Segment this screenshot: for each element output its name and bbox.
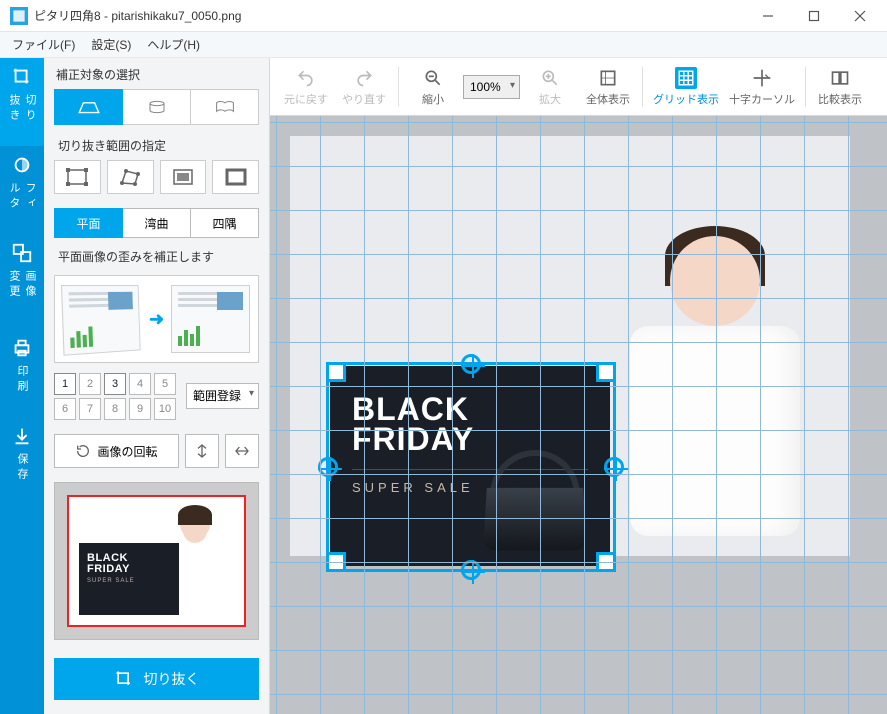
filter-icon — [11, 154, 33, 176]
redo-icon — [353, 67, 375, 89]
fit-label: 全体表示 — [586, 91, 630, 107]
zoom-in-button[interactable]: 拡大 — [522, 61, 578, 113]
preset-2[interactable]: 2 — [79, 373, 101, 395]
preset-6[interactable]: 6 — [54, 398, 76, 420]
vtab-resize-label: 画像変更 — [6, 270, 38, 314]
vtab-save-label: 保存 — [14, 453, 30, 483]
thumb-board-line2: FRIDAY — [87, 564, 171, 575]
target-book-button[interactable] — [191, 89, 259, 125]
thumbnail-panel: BLACK FRIDAY SUPER SALE — [54, 482, 259, 640]
mode-curved-tab[interactable]: 湾曲 — [123, 208, 191, 238]
mode-flat-tab[interactable]: 平面 — [54, 208, 123, 238]
panel-title: 補正対象の選択 — [44, 58, 269, 89]
compare-button[interactable]: 比較表示 — [812, 61, 868, 113]
undo-label: 元に戻す — [284, 91, 328, 107]
thumbnail-image[interactable]: BLACK FRIDAY SUPER SALE — [67, 495, 246, 627]
vtab-resize[interactable]: 画像変更 — [0, 234, 44, 322]
vtab-save[interactable]: 保存 — [0, 410, 44, 498]
example-after-icon — [171, 285, 250, 353]
thumb-board-sub: SUPER SALE — [87, 578, 135, 584]
preset-1[interactable]: 1 — [54, 373, 76, 395]
preset-3[interactable]: 3 — [104, 373, 126, 395]
compare-label: 比較表示 — [818, 91, 862, 107]
vtab-print[interactable]: 印刷 — [0, 322, 44, 410]
window-title: ピタリ四角8 - pitarishikaku7_0050.png — [34, 7, 745, 24]
preset-4[interactable]: 4 — [129, 373, 151, 395]
example-before-icon — [61, 285, 140, 356]
preset-7[interactable]: 7 — [79, 398, 101, 420]
print-icon — [11, 337, 33, 359]
rotate-icon — [75, 443, 91, 459]
zoom-out-label: 縮小 — [422, 91, 444, 107]
crop-exec-icon — [114, 669, 134, 689]
preset-grid: 1 2 3 4 5 6 7 8 9 10 — [54, 373, 184, 420]
zoom-out-icon — [422, 67, 444, 89]
fit-button[interactable]: 全体表示 — [580, 61, 636, 113]
grid-icon — [675, 67, 697, 89]
menu-help[interactable]: ヘルプ(H) — [139, 32, 208, 57]
vtab-crop[interactable]: 切り抜き — [0, 58, 44, 146]
vtab-crop-label: 切り抜き — [6, 94, 38, 138]
close-button[interactable] — [837, 0, 883, 32]
grid-label: グリッド表示 — [653, 91, 719, 107]
preset-9[interactable]: 9 — [129, 398, 151, 420]
toolbar: 元に戻す やり直す 縮小 100% 拡大 全体表示 — [270, 58, 887, 116]
target-cylinder-button[interactable] — [123, 89, 191, 125]
range-register-select[interactable]: 範囲登録 — [186, 383, 259, 409]
menu-file[interactable]: ファイル(F) — [4, 32, 83, 57]
app-icon — [10, 7, 28, 25]
vtab-print-label: 印刷 — [14, 365, 30, 395]
zoom-out-button[interactable]: 縮小 — [405, 61, 461, 113]
range-full-button[interactable] — [160, 160, 207, 194]
redo-label: やり直す — [342, 91, 386, 107]
zoom-in-icon — [539, 67, 561, 89]
range-border-button[interactable] — [212, 160, 259, 194]
undo-button[interactable]: 元に戻す — [278, 61, 334, 113]
canvas[interactable]: BLACK FRIDAY SUPER SALE — [270, 116, 887, 714]
mode-corners-tab[interactable]: 四隅 — [191, 208, 259, 238]
range-rect-button[interactable] — [54, 160, 101, 194]
left-panel: 補正対象の選択 切り抜き範囲の指定 平面 湾曲 四隅 平面画像の歪みを補正します — [44, 58, 270, 714]
fit-icon — [597, 67, 619, 89]
rotate-label: 画像の回転 — [97, 443, 157, 460]
undo-icon — [295, 67, 317, 89]
save-icon — [11, 425, 33, 447]
crop-icon — [11, 66, 33, 88]
crosshair-button[interactable]: 十字カーソル — [725, 61, 799, 113]
maximize-button[interactable] — [791, 0, 837, 32]
mode-description: 平面画像の歪みを補正します — [44, 238, 269, 271]
example-illustration: ➜ — [54, 275, 259, 363]
crosshair-icon — [751, 67, 773, 89]
zoom-select[interactable]: 100% — [463, 75, 520, 99]
vtab-filter[interactable]: フィルタ — [0, 146, 44, 234]
arrow-right-icon: ➜ — [146, 308, 168, 330]
resize-icon — [11, 242, 33, 264]
grid-overlay — [270, 116, 887, 714]
minimize-button[interactable] — [745, 0, 791, 32]
titlebar: ピタリ四角8 - pitarishikaku7_0050.png — [0, 0, 887, 32]
grid-toggle-button[interactable]: グリッド表示 — [649, 61, 723, 113]
menubar: ファイル(F) 設定(S) ヘルプ(H) — [0, 32, 887, 58]
range-title: 切り抜き範囲の指定 — [44, 125, 269, 160]
rotate-button[interactable]: 画像の回転 — [54, 434, 179, 468]
flip-horizontal-button[interactable] — [225, 434, 259, 468]
zoom-in-label: 拡大 — [539, 91, 561, 107]
crop-execute-button[interactable]: 切り抜く — [54, 658, 259, 700]
redo-button[interactable]: やり直す — [336, 61, 392, 113]
vertical-tabs: 切り抜き フィルタ 画像変更 印刷 保存 — [0, 58, 44, 714]
compare-icon — [829, 67, 851, 89]
range-poly-button[interactable] — [107, 160, 154, 194]
vtab-filter-label: フィルタ — [6, 182, 38, 226]
target-flat-button[interactable] — [54, 89, 123, 125]
crop-exec-label: 切り抜く — [144, 669, 200, 689]
menu-settings[interactable]: 設定(S) — [83, 32, 139, 57]
preset-10[interactable]: 10 — [154, 398, 176, 420]
crosshair-label: 十字カーソル — [729, 91, 795, 107]
flip-vertical-button[interactable] — [185, 434, 219, 468]
preset-5[interactable]: 5 — [154, 373, 176, 395]
preset-8[interactable]: 8 — [104, 398, 126, 420]
